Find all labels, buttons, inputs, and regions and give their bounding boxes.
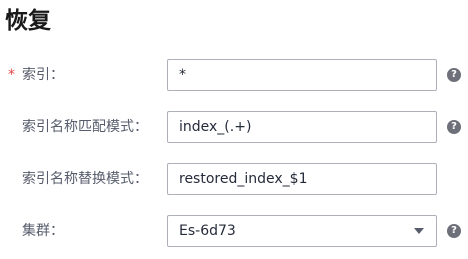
- match-pattern-input[interactable]: [167, 111, 437, 143]
- required-star: *: [8, 67, 15, 83]
- question-circle-icon[interactable]: ?: [447, 120, 461, 134]
- index-row: * 索引： ?: [0, 59, 468, 91]
- match-pattern-row: 索引名称匹配模式： ?: [0, 111, 468, 143]
- match-pattern-label: 索引名称匹配模式：: [22, 119, 148, 135]
- restore-dialog: 恢复 * 索引： ? 索引名称匹配模式： ? 索引名称替换模式： 集群： Es-…: [0, 0, 468, 259]
- index-label: * 索引：: [8, 59, 64, 91]
- caret-down-icon: [414, 228, 424, 234]
- cluster-select[interactable]: Es-6d73: [167, 215, 437, 247]
- question-circle-icon[interactable]: ?: [447, 68, 461, 82]
- index-label-text: 索引：: [22, 67, 64, 83]
- cluster-label: 集群：: [22, 223, 64, 239]
- replace-pattern-input[interactable]: [167, 163, 437, 195]
- question-circle-icon[interactable]: ?: [447, 224, 461, 238]
- index-input[interactable]: [167, 59, 437, 91]
- cluster-row: 集群： Es-6d73 ?: [0, 215, 468, 247]
- cluster-selected-value: Es-6d73: [179, 223, 236, 239]
- replace-pattern-row: 索引名称替换模式：: [0, 163, 468, 195]
- replace-pattern-label: 索引名称替换模式：: [22, 171, 148, 187]
- page-title: 恢复: [5, 8, 51, 34]
